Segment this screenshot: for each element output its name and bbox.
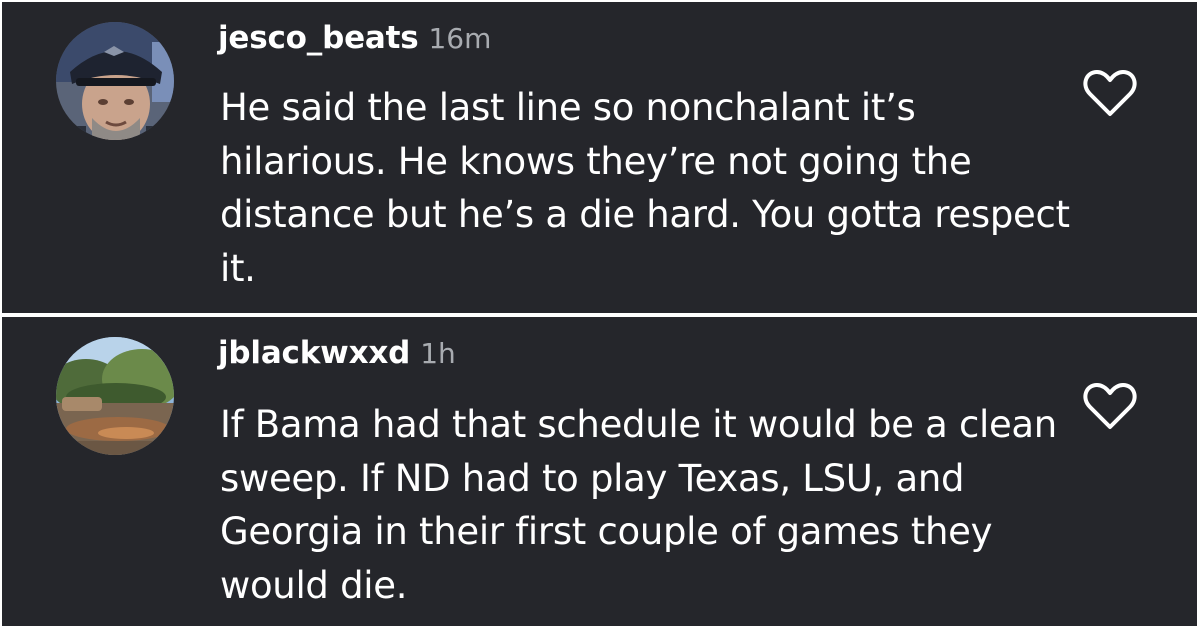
like-button[interactable] [1082,68,1138,118]
comment-text: He said the last line so nonchalant it’s… [220,86,1070,290]
comment-header: jblackwxxd 1h [218,333,456,378]
like-button[interactable] [1082,381,1138,431]
comment-item: jesco_beats 16m He said the last line so … [2,2,1197,313]
user-photo-man-in-cap-icon [56,22,174,140]
comment-item: jblackwxxd 1h If Bama had that schedule i… [2,317,1197,626]
timestamp: 1h [420,337,456,370]
timestamp: 16m [428,22,492,55]
username[interactable]: jblackwxxd [218,335,410,371]
heart-outline-icon [1083,70,1137,116]
avatar[interactable] [56,22,174,140]
comment-header: jesco_beats 16m [218,18,491,63]
username[interactable]: jesco_beats [218,20,419,56]
heart-outline-icon [1083,383,1137,429]
landscape-photo-icon [56,337,174,455]
comment-text: If Bama had that schedule it would be a … [220,403,1057,607]
avatar[interactable] [56,337,174,455]
